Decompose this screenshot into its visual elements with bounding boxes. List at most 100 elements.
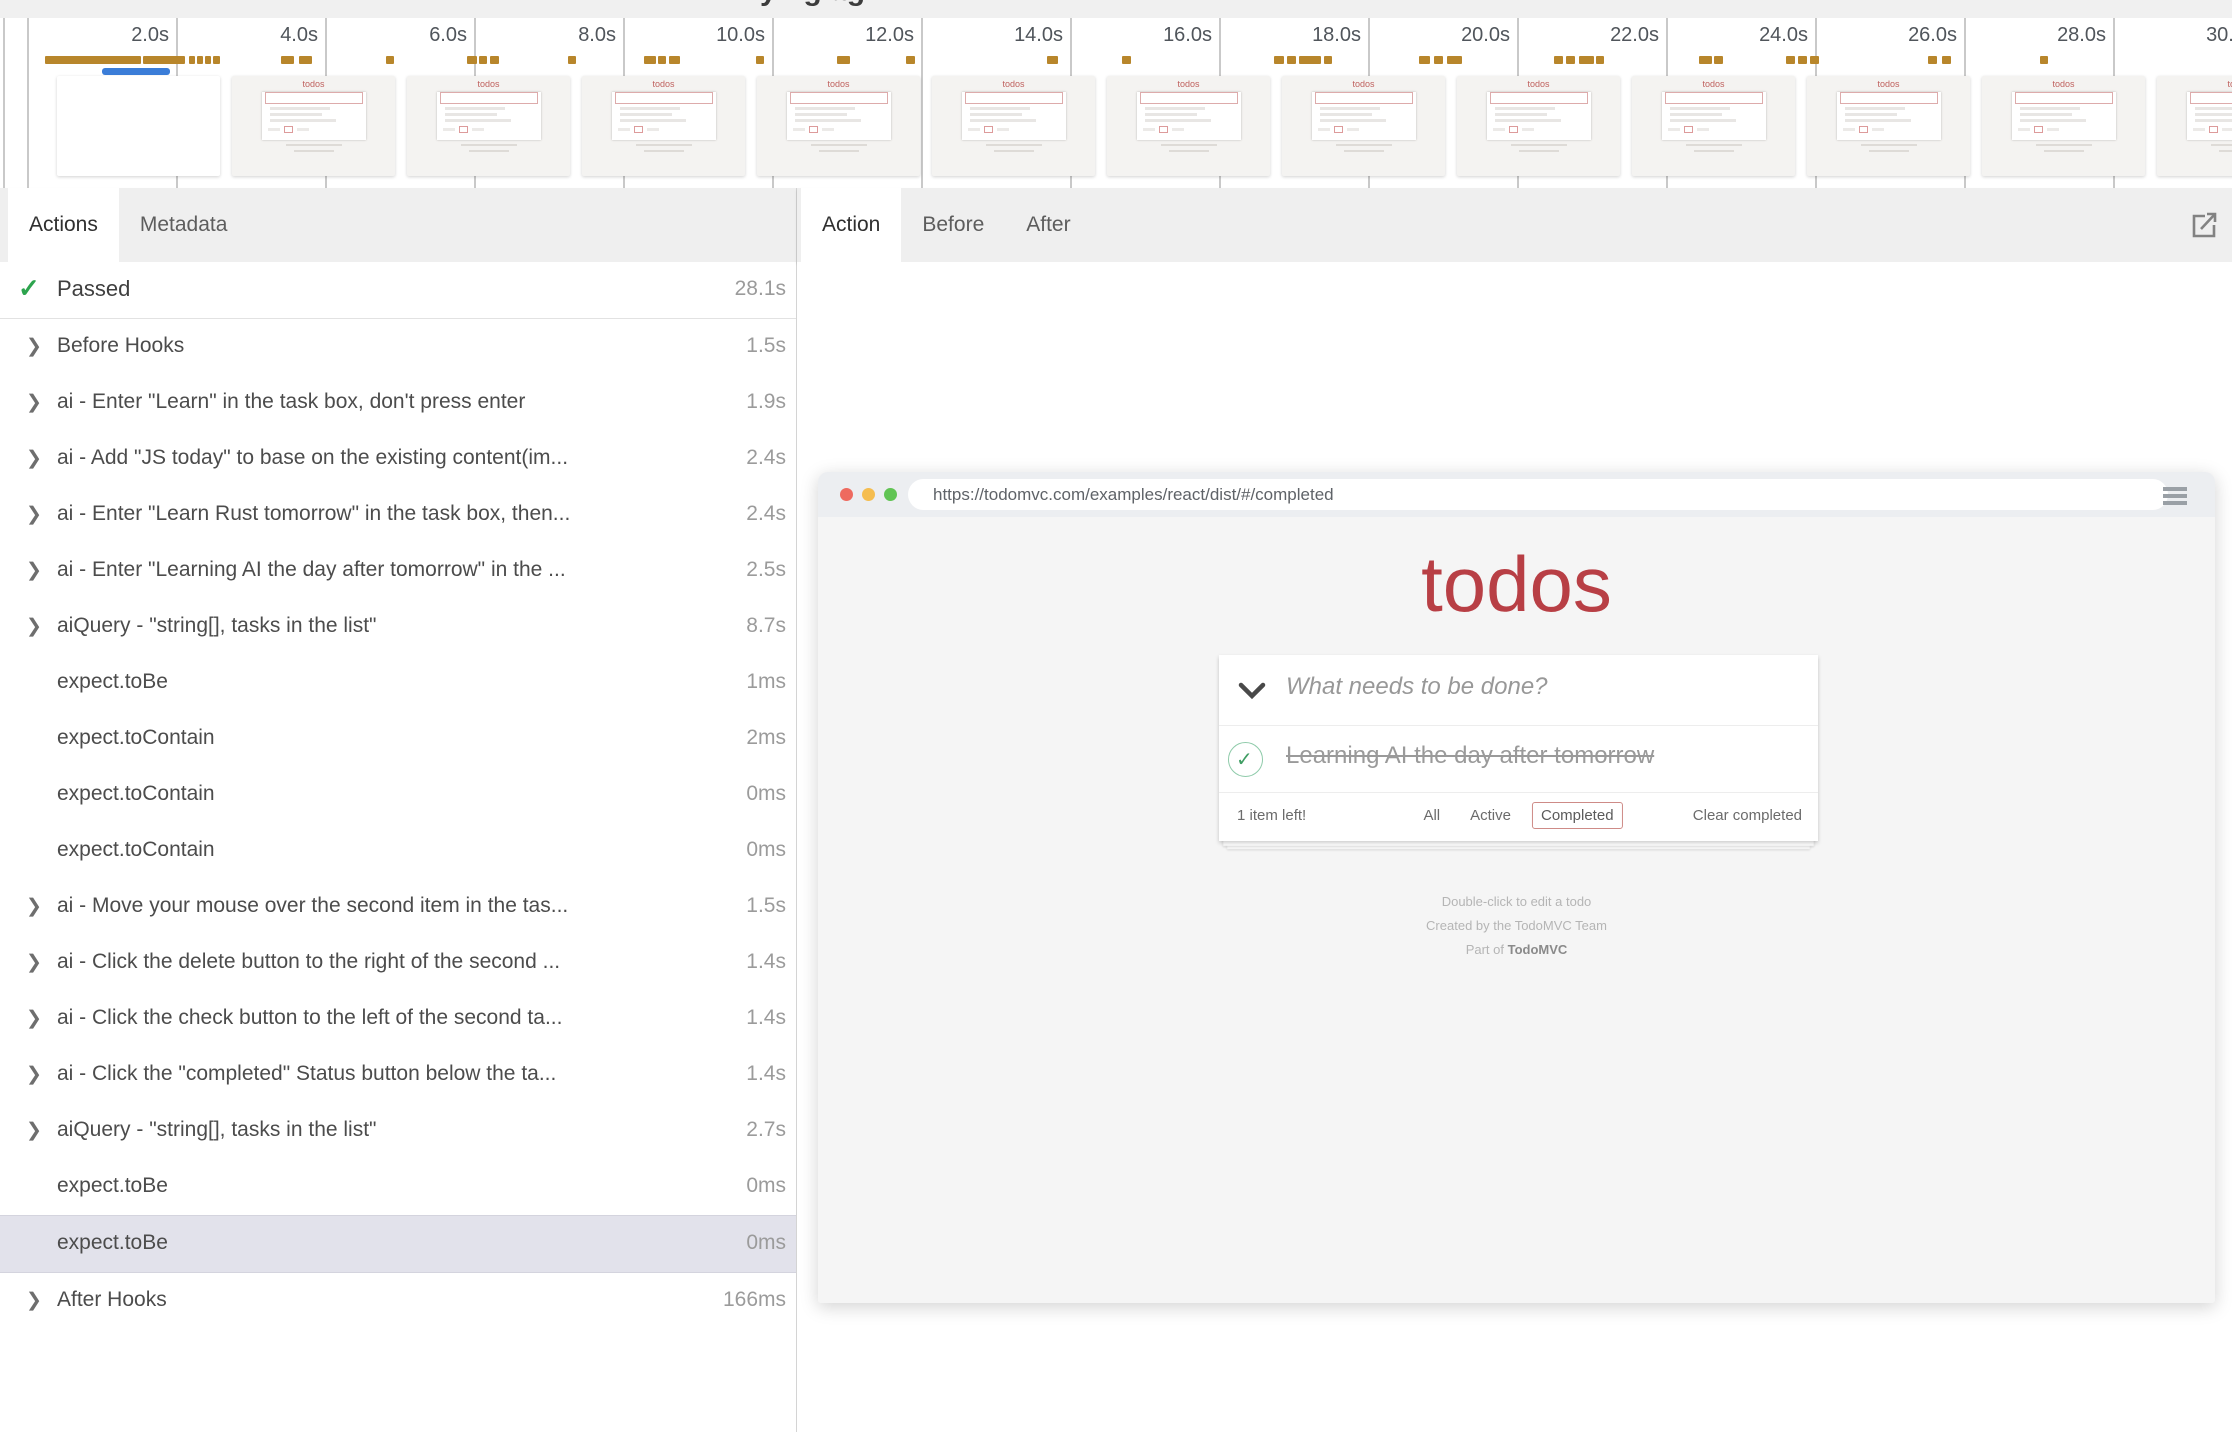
- timeline-activity-bar: [189, 56, 195, 64]
- action-row[interactable]: ❯ ai - Enter "Learning AI the day after t…: [0, 543, 796, 599]
- todo-card: What needs to be done? ✓ Learning AI the…: [1219, 655, 1818, 841]
- thumbnail-line: [1145, 119, 1211, 122]
- chevron-right-icon[interactable]: ❯: [26, 1063, 42, 1086]
- new-todo-row[interactable]: What needs to be done?: [1219, 655, 1818, 726]
- thumbnail-dash: [1143, 128, 1155, 131]
- thumbnail-dash: [2193, 128, 2205, 131]
- right-tabbar: Action Before After: [797, 188, 2232, 262]
- chevron-right-icon[interactable]: ❯: [26, 895, 42, 918]
- new-todo-input[interactable]: What needs to be done?: [1286, 673, 1548, 701]
- action-row[interactable]: ❯ai - Click the check button to the left…: [0, 991, 796, 1047]
- thumbnail-dash: [2018, 128, 2030, 131]
- action-row[interactable]: ❯Before Hooks1.5s: [0, 319, 796, 375]
- chevron-right-icon[interactable]: ❯: [26, 951, 42, 974]
- thumbnail-caption: [1694, 150, 1734, 152]
- filter-completed[interactable]: Completed: [1532, 802, 1623, 829]
- action-row[interactable]: ❯ai - Click the delete button to the rig…: [0, 935, 796, 991]
- timeline-ruler[interactable]: 2.0s4.0s6.0s8.0s10.0s12.0s14.0s16.0s18.0…: [0, 18, 2232, 188]
- action-duration: 1ms: [746, 670, 786, 694]
- filmstrip-thumbnail[interactable]: todos: [1457, 76, 1620, 176]
- timeline-tick-label: 4.0s: [280, 24, 318, 47]
- filmstrip-thumbnail[interactable]: todos: [1807, 76, 1970, 176]
- thumbnail-dash: [822, 128, 834, 131]
- chevron-right-icon[interactable]: ❯: [26, 1007, 42, 1030]
- action-row[interactable]: expect.toContain0ms: [0, 823, 796, 879]
- filmstrip-thumbnail[interactable]: todos: [1982, 76, 2145, 176]
- thumbnail-caption: [1169, 150, 1209, 152]
- filmstrip-thumbnail[interactable]: todos: [757, 76, 920, 176]
- todo-item-text[interactable]: Learning AI the day after tomorrow: [1286, 742, 1654, 770]
- filmstrip-thumbnail[interactable]: todos: [1632, 76, 1795, 176]
- filmstrip-thumbnail[interactable]: todos: [582, 76, 745, 176]
- open-snapshot-button[interactable]: [2188, 188, 2220, 262]
- filmstrip-thumbnail[interactable]: todos: [1107, 76, 1270, 176]
- traffic-light-minimize-icon: [862, 488, 875, 501]
- thumbnail-line: [795, 119, 861, 122]
- timeline-tick-label: 10.0s: [716, 24, 765, 47]
- thumbnail-line: [1145, 113, 1197, 116]
- tab-metadata[interactable]: Metadata: [119, 188, 249, 262]
- timeline-tick-label: 18.0s: [1312, 24, 1361, 47]
- chevron-right-icon[interactable]: ❯: [26, 1119, 42, 1142]
- chevron-right-icon[interactable]: ❯: [26, 559, 42, 582]
- thumbnail-app-card: [787, 92, 891, 140]
- thumbnail-dash: [968, 128, 980, 131]
- clear-completed-button[interactable]: Clear completed: [1693, 807, 1802, 824]
- filter-all[interactable]: All: [1414, 802, 1449, 829]
- tab-after[interactable]: After: [1005, 188, 1091, 262]
- chevron-right-icon[interactable]: ❯: [26, 335, 42, 358]
- thumbnail-line: [1495, 119, 1561, 122]
- chevron-right-icon[interactable]: ❯: [26, 391, 42, 414]
- thumbnail-app-card: [1312, 92, 1416, 140]
- action-row[interactable]: ❯ai - Enter "Learn Rust tomorrow" in the…: [0, 487, 796, 543]
- thumbnail-dash: [2222, 128, 2232, 131]
- action-row[interactable]: expect.toBe0ms: [0, 1215, 796, 1273]
- action-row[interactable]: ❯ai - Move your mouse over the second it…: [0, 879, 796, 935]
- action-row[interactable]: ❯ai - Click the "completed" Status butto…: [0, 1047, 796, 1103]
- action-row[interactable]: ❯aiQuery - "string[], tasks in the list"…: [0, 599, 796, 655]
- filmstrip-thumbnail[interactable]: todos: [932, 76, 1095, 176]
- toggle-all-chevron-icon[interactable]: [1237, 682, 1267, 700]
- timeline-activity-bar: [45, 56, 141, 64]
- thumbnail-caption: [1336, 144, 1392, 146]
- timeline[interactable]: ying ag 2.0s4.0s6.0s8.0s10.0s12.0s14.0s1…: [0, 0, 2232, 189]
- action-row[interactable]: ❯ai - Enter "Learn" in the task box, don…: [0, 375, 796, 431]
- thumbnail-caption: [2211, 144, 2232, 146]
- thumbnail-app-card: [437, 92, 541, 140]
- chevron-right-icon[interactable]: ❯: [26, 447, 42, 470]
- thumbnail-caption: [994, 150, 1034, 152]
- thumbnail-accent: [459, 126, 468, 133]
- filmstrip-thumbnail[interactable]: [57, 76, 220, 176]
- todo-toggle-checked-icon[interactable]: ✓: [1228, 742, 1263, 777]
- chevron-right-icon[interactable]: ❯: [26, 1289, 42, 1312]
- thumbnail-app-card: [1837, 92, 1941, 140]
- action-row[interactable]: ❯ai - Add "JS today" to base on the exis…: [0, 431, 796, 487]
- tab-before[interactable]: Before: [901, 188, 1005, 262]
- thumbnail-dash: [1318, 128, 1330, 131]
- action-row[interactable]: expect.toBe1ms: [0, 655, 796, 711]
- timeline-gridline: [3, 18, 5, 188]
- filmstrip-thumbnail[interactable]: todos: [1282, 76, 1445, 176]
- action-row[interactable]: ❯aiQuery - "string[], tasks in the list"…: [0, 1103, 796, 1159]
- chevron-right-icon[interactable]: ❯: [26, 503, 42, 526]
- info-line: Double-click to edit a todo: [818, 890, 2215, 914]
- tab-actions[interactable]: Actions: [8, 188, 119, 262]
- chevron-right-icon[interactable]: ❯: [26, 615, 42, 638]
- filmstrip-thumbnail[interactable]: todos: [232, 76, 395, 176]
- filmstrip-thumbnail[interactable]: todos: [407, 76, 570, 176]
- timeline-activity-bar: [644, 56, 656, 64]
- thumbnail-dash: [268, 128, 280, 131]
- timeline-activity-bar: [669, 56, 680, 64]
- action-row[interactable]: expect.toBe0ms: [0, 1159, 796, 1215]
- action-label: ai - Enter "Learning AI the day after to…: [57, 558, 698, 582]
- action-row[interactable]: expect.toContain0ms: [0, 767, 796, 823]
- thumbnail-todos-label: todos: [1282, 79, 1445, 89]
- filter-active[interactable]: Active: [1461, 802, 1520, 829]
- thumbnail-dash: [472, 128, 484, 131]
- action-row[interactable]: expect.toContain2ms: [0, 711, 796, 767]
- filmstrip-thumbnail[interactable]: todos: [2157, 76, 2232, 176]
- action-row[interactable]: ❯After Hooks166ms: [0, 1273, 796, 1329]
- tab-action[interactable]: Action: [801, 188, 901, 262]
- timeline-activity-bar: [299, 56, 312, 64]
- thumbnail-line: [970, 119, 1036, 122]
